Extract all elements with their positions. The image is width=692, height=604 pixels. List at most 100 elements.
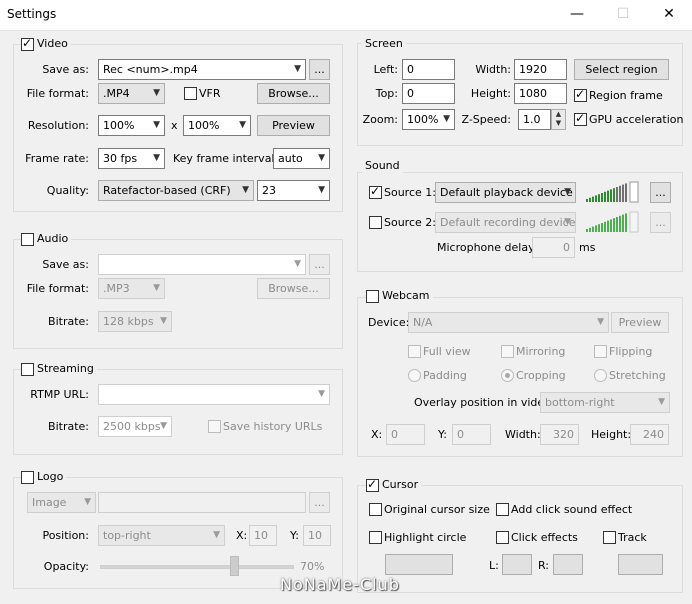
logo-x-input[interactable]: 10 — [249, 525, 277, 546]
meter-bar — [586, 229, 588, 232]
video-file-format-select[interactable]: .MP4 ▼ — [98, 83, 165, 104]
meter-bar — [610, 189, 612, 202]
original-cursor-size-checkbox[interactable] — [369, 503, 382, 516]
video-browse-button[interactable]: Browse... — [257, 83, 330, 104]
source1-volume-meter[interactable] — [584, 181, 642, 203]
cursor-checkbox[interactable] — [366, 477, 379, 492]
logo-type-select[interactable]: Image ▼ — [27, 492, 96, 513]
rtmp-url-combo[interactable]: ▼ — [98, 384, 330, 405]
track-checkbox[interactable] — [603, 531, 616, 544]
click-effects-checkbox[interactable] — [496, 531, 509, 544]
webcam-checkbox[interactable] — [366, 290, 379, 303]
source1-checkbox[interactable] — [369, 184, 382, 199]
key-frame-combo[interactable]: auto ▼ — [273, 148, 330, 169]
click-sound-label: Add click sound effect — [511, 503, 633, 516]
source2-dots-button[interactable]: ... — [650, 212, 671, 233]
close-button[interactable]: ✕ — [646, 0, 692, 30]
source1-dots-button[interactable]: ... — [650, 182, 671, 203]
audio-file-format-select[interactable]: .MP3 ▼ — [98, 278, 165, 299]
mic-delay-input[interactable]: 0 — [532, 237, 575, 258]
source1-select[interactable]: Default playback device ▼ — [435, 182, 576, 203]
click-sound-checkbox[interactable] — [496, 503, 509, 516]
audio-save-as-dots-button[interactable]: ... — [309, 254, 330, 275]
opacity-slider-track[interactable] — [100, 565, 294, 569]
webcam-width-input[interactable]: 320 — [540, 424, 579, 445]
overlay-position-select[interactable]: bottom-right ▼ — [540, 392, 670, 413]
region-frame-checkbox[interactable] — [574, 87, 587, 102]
meter-bar — [601, 223, 603, 232]
maximize-button[interactable]: ☐ — [600, 0, 646, 30]
resolution-width-combo[interactable]: 100% ▼ — [98, 115, 165, 136]
video-save-as-combo[interactable]: Rec <num>.mp4 ▼ — [98, 59, 306, 80]
meter-bar — [613, 218, 615, 232]
video-file-format-label: File format: — [26, 87, 89, 100]
opacity-slider-thumb[interactable] — [230, 556, 240, 576]
frame-rate-combo[interactable]: 30 fps ▼ — [98, 148, 165, 169]
full-view-checkbox[interactable] — [408, 345, 421, 358]
video-save-as-dots-button[interactable]: ... — [309, 59, 330, 80]
stretching-radio[interactable] — [594, 369, 607, 382]
flipping-checkbox[interactable] — [594, 345, 607, 358]
chevron-down-icon: ▼ — [213, 530, 220, 540]
highlight-circle-checkbox[interactable] — [369, 531, 382, 544]
padding-radio[interactable] — [408, 369, 421, 382]
minimize-button[interactable]: — — [554, 0, 600, 30]
quality-value-combo[interactable]: 23 ▼ — [257, 180, 330, 201]
logo-checkbox[interactable] — [21, 471, 34, 484]
resolution-width-value: 100% — [103, 119, 135, 132]
flipping-label: Flipping — [609, 345, 653, 358]
streaming-checkbox[interactable] — [21, 363, 34, 376]
track-color-button[interactable] — [618, 554, 663, 575]
highlight-color-button[interactable] — [385, 554, 453, 575]
webcam-height-input[interactable]: 240 — [630, 424, 669, 445]
logo-position-select[interactable]: top-right ▼ — [98, 525, 225, 546]
zoom-value: 100% — [407, 113, 439, 126]
screen-width-input[interactable]: 1920 — [514, 59, 567, 80]
meter-bar — [625, 213, 627, 232]
webcam-y-input[interactable]: 0 — [452, 424, 491, 445]
rtmp-url-label: RTMP URL: — [30, 388, 89, 401]
source2-checkbox[interactable] — [369, 216, 382, 229]
screen-height-input[interactable]: 1080 — [514, 83, 567, 104]
save-history-checkbox[interactable] — [208, 420, 221, 433]
quality-mode-select[interactable]: Ratefactor-based (CRF) ▼ — [98, 180, 254, 201]
audio-bitrate-select[interactable]: 128 kbps ▼ — [98, 311, 172, 332]
logo-y-label: Y: — [290, 529, 299, 542]
webcam-preview-button[interactable]: Preview — [611, 312, 669, 333]
resolution-height-combo[interactable]: 100% ▼ — [183, 115, 251, 136]
mirroring-checkbox[interactable] — [501, 345, 514, 358]
logo-path-input[interactable] — [98, 492, 306, 513]
audio-save-as-combo[interactable]: ▼ — [98, 254, 306, 275]
zspeed-input[interactable]: 1.0 — [518, 109, 551, 130]
gpu-acceleration-checkbox[interactable] — [574, 111, 587, 126]
logo-y-input[interactable]: 10 — [303, 525, 331, 546]
zspeed-spinner[interactable]: ▲ ▼ — [551, 109, 566, 130]
meter-bar — [619, 185, 621, 202]
logo-type-value: Image — [32, 496, 67, 509]
streaming-bitrate-select[interactable]: 2500 kbps ▼ — [98, 416, 172, 437]
meter-thumb[interactable] — [629, 181, 639, 203]
quality-label: Quality: — [46, 184, 89, 197]
video-checkbox[interactable] — [21, 36, 34, 51]
source2-volume-meter[interactable] — [584, 211, 642, 233]
logo-x-label: X: — [236, 529, 248, 542]
zoom-combo[interactable]: 100% ▼ — [402, 109, 455, 130]
mic-delay-label: Microphone delay: — [437, 241, 538, 254]
meter-thumb[interactable] — [629, 211, 639, 233]
audio-browse-button[interactable]: Browse... — [257, 278, 330, 299]
webcam-device-select[interactable]: N/A ▼ — [408, 312, 609, 333]
screen-left-input[interactable]: 0 — [402, 59, 455, 80]
select-region-button[interactable]: Select region — [574, 59, 669, 80]
screen-top-input[interactable]: 0 — [402, 83, 455, 104]
vfr-checkbox[interactable] — [184, 87, 197, 100]
cropping-radio[interactable] — [501, 369, 514, 382]
audio-checkbox[interactable] — [21, 233, 34, 246]
click-left-color-button[interactable] — [502, 554, 532, 575]
click-right-color-button[interactable] — [553, 554, 583, 575]
logo-browse-dots-button[interactable]: ... — [309, 492, 330, 513]
webcam-x-input[interactable]: 0 — [386, 424, 425, 445]
source2-select[interactable]: Default recording device ▼ — [435, 212, 576, 233]
video-preview-button[interactable]: Preview — [257, 115, 330, 136]
source1-label: Source 1: — [384, 186, 436, 199]
click-left-label: L: — [489, 559, 499, 572]
